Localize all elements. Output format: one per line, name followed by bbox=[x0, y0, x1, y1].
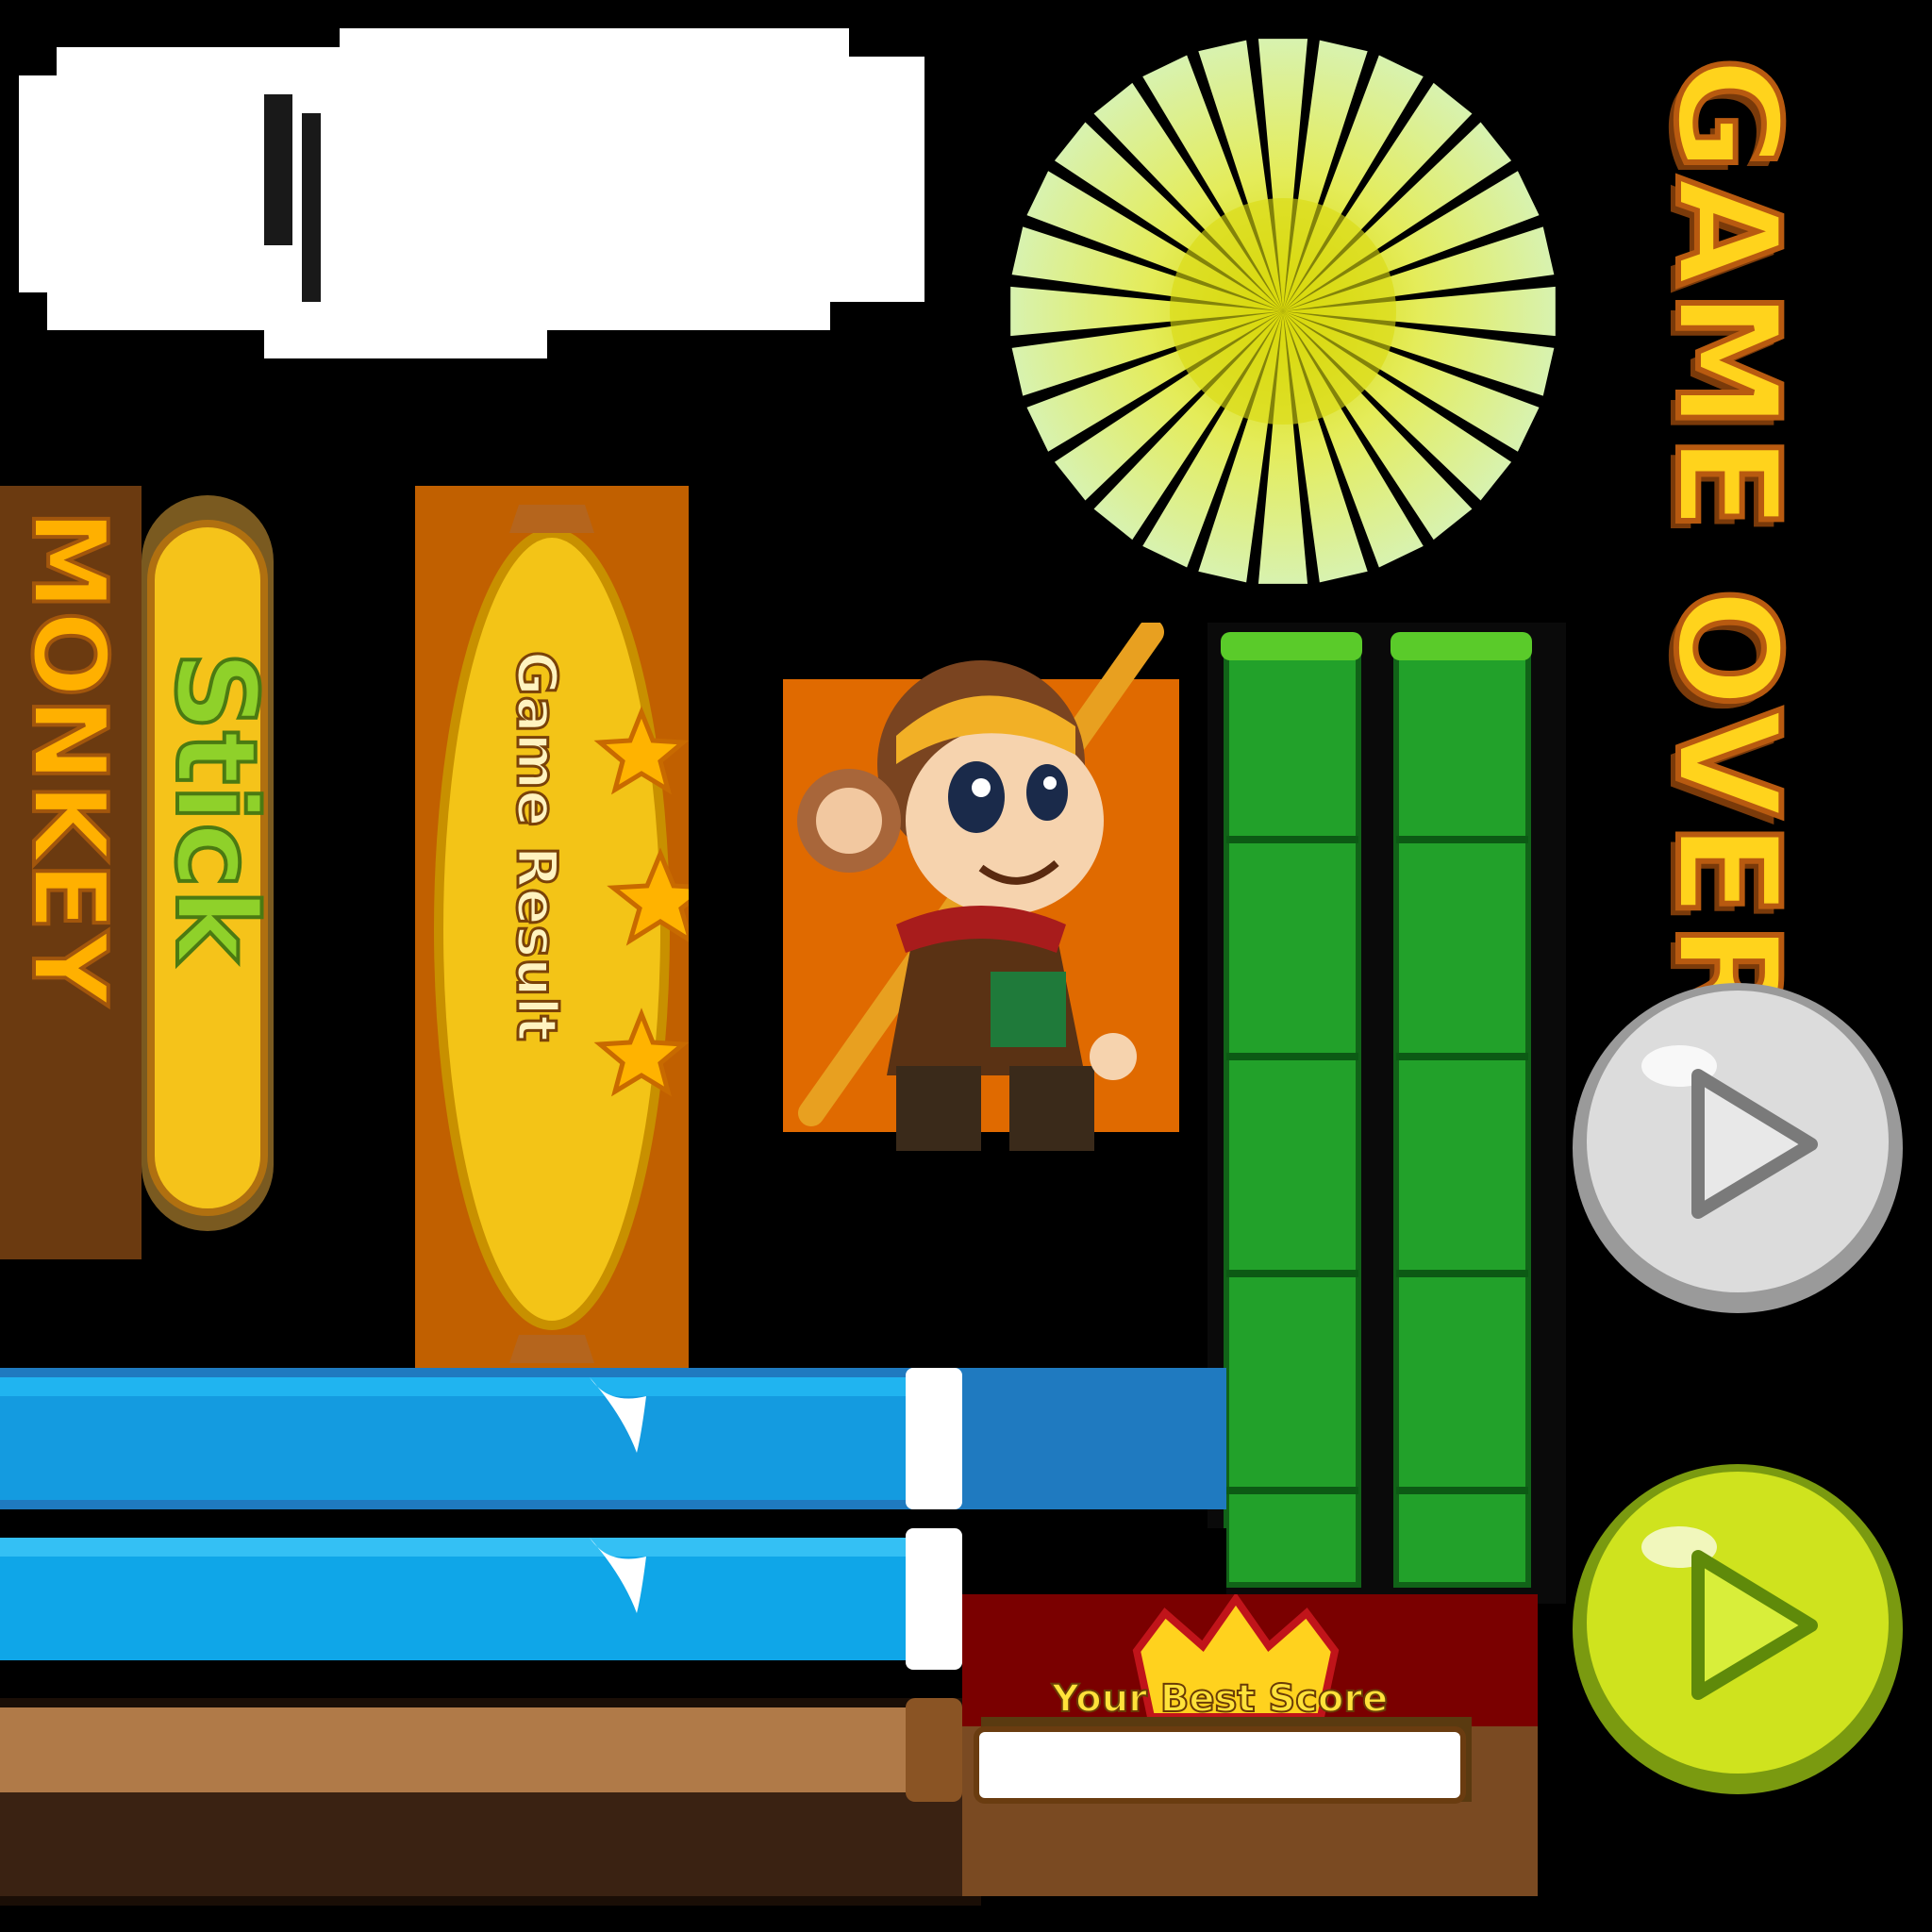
game-over-title: GAME OVER bbox=[1641, 54, 1811, 1038]
scroll-bottom-cap bbox=[509, 1335, 594, 1363]
bamboo-pillars bbox=[1208, 623, 1566, 1604]
game-result-label: Game Result bbox=[504, 649, 571, 1042]
play-button-green[interactable] bbox=[1566, 1457, 1910, 1802]
wood-log-platform bbox=[0, 1698, 981, 1906]
best-score-label: Your Best Score bbox=[1051, 1676, 1389, 1722]
light-burst bbox=[1010, 39, 1556, 584]
best-score-value-field bbox=[974, 1726, 1466, 1804]
logo-stick-text: Stick bbox=[149, 649, 283, 964]
water-platform-1 bbox=[0, 1368, 1226, 1509]
monkey-character bbox=[783, 623, 1179, 1151]
play-button-gray[interactable] bbox=[1566, 976, 1910, 1321]
white-banner-shape bbox=[19, 28, 924, 358]
logo-monkey-text: MONKEY bbox=[8, 508, 129, 1007]
burst-core bbox=[1170, 198, 1396, 425]
scroll-top-cap bbox=[509, 505, 594, 533]
